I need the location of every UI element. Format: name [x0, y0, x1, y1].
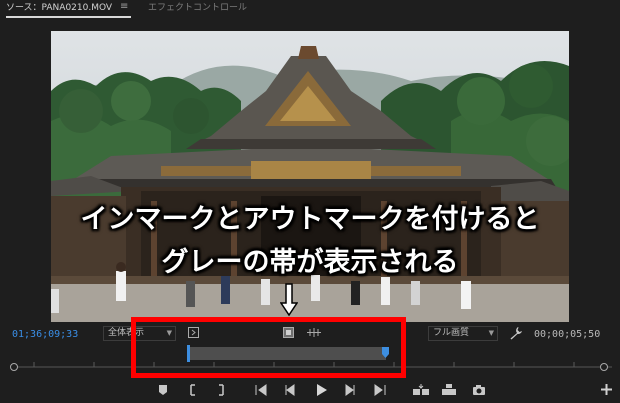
menu-icon[interactable]: ≡: [120, 1, 128, 13]
zoom-handle-right[interactable]: [600, 363, 608, 371]
down-arrow-icon: [280, 283, 298, 317]
insert-icon[interactable]: [412, 383, 430, 397]
mark-in-icon[interactable]: [186, 383, 200, 397]
wrench-icon[interactable]: [509, 326, 523, 340]
duration-timecode: 00;00;05;50: [534, 329, 601, 340]
active-tab-underline: [6, 16, 131, 18]
step-back-icon[interactable]: [283, 383, 297, 397]
highlight-box: [131, 317, 406, 378]
go-to-in-icon[interactable]: [254, 383, 268, 397]
playback-resolution-dropdown[interactable]: フル画質 ▼: [428, 326, 498, 341]
annotation-line-2: グレーの帯が表示される: [161, 247, 459, 278]
step-forward-icon[interactable]: [343, 383, 357, 397]
play-icon[interactable]: [314, 383, 328, 397]
camera-icon[interactable]: [472, 383, 486, 397]
annotation-line-1: インマークとアウトマークを付けると: [80, 204, 540, 235]
panel-tab-bar: ソース：PANA0210.MOV ≡ エフェクトコントロール: [0, 0, 620, 18]
marker-icon[interactable]: [156, 383, 170, 397]
add-icon[interactable]: [600, 383, 613, 396]
mark-out-icon[interactable]: [214, 383, 228, 397]
current-timecode[interactable]: 01;36;09;33: [12, 329, 78, 340]
overwrite-icon[interactable]: [440, 383, 458, 397]
go-to-out-icon[interactable]: [373, 383, 387, 397]
playback-resolution-value: フル画質: [433, 328, 470, 338]
chevron-down-icon: ▼: [488, 329, 494, 337]
tab-source[interactable]: ソース：PANA0210.MOV: [6, 2, 112, 14]
zoom-handle-left[interactable]: [10, 363, 18, 371]
tab-effect-controls[interactable]: エフェクトコントロール: [148, 2, 247, 14]
